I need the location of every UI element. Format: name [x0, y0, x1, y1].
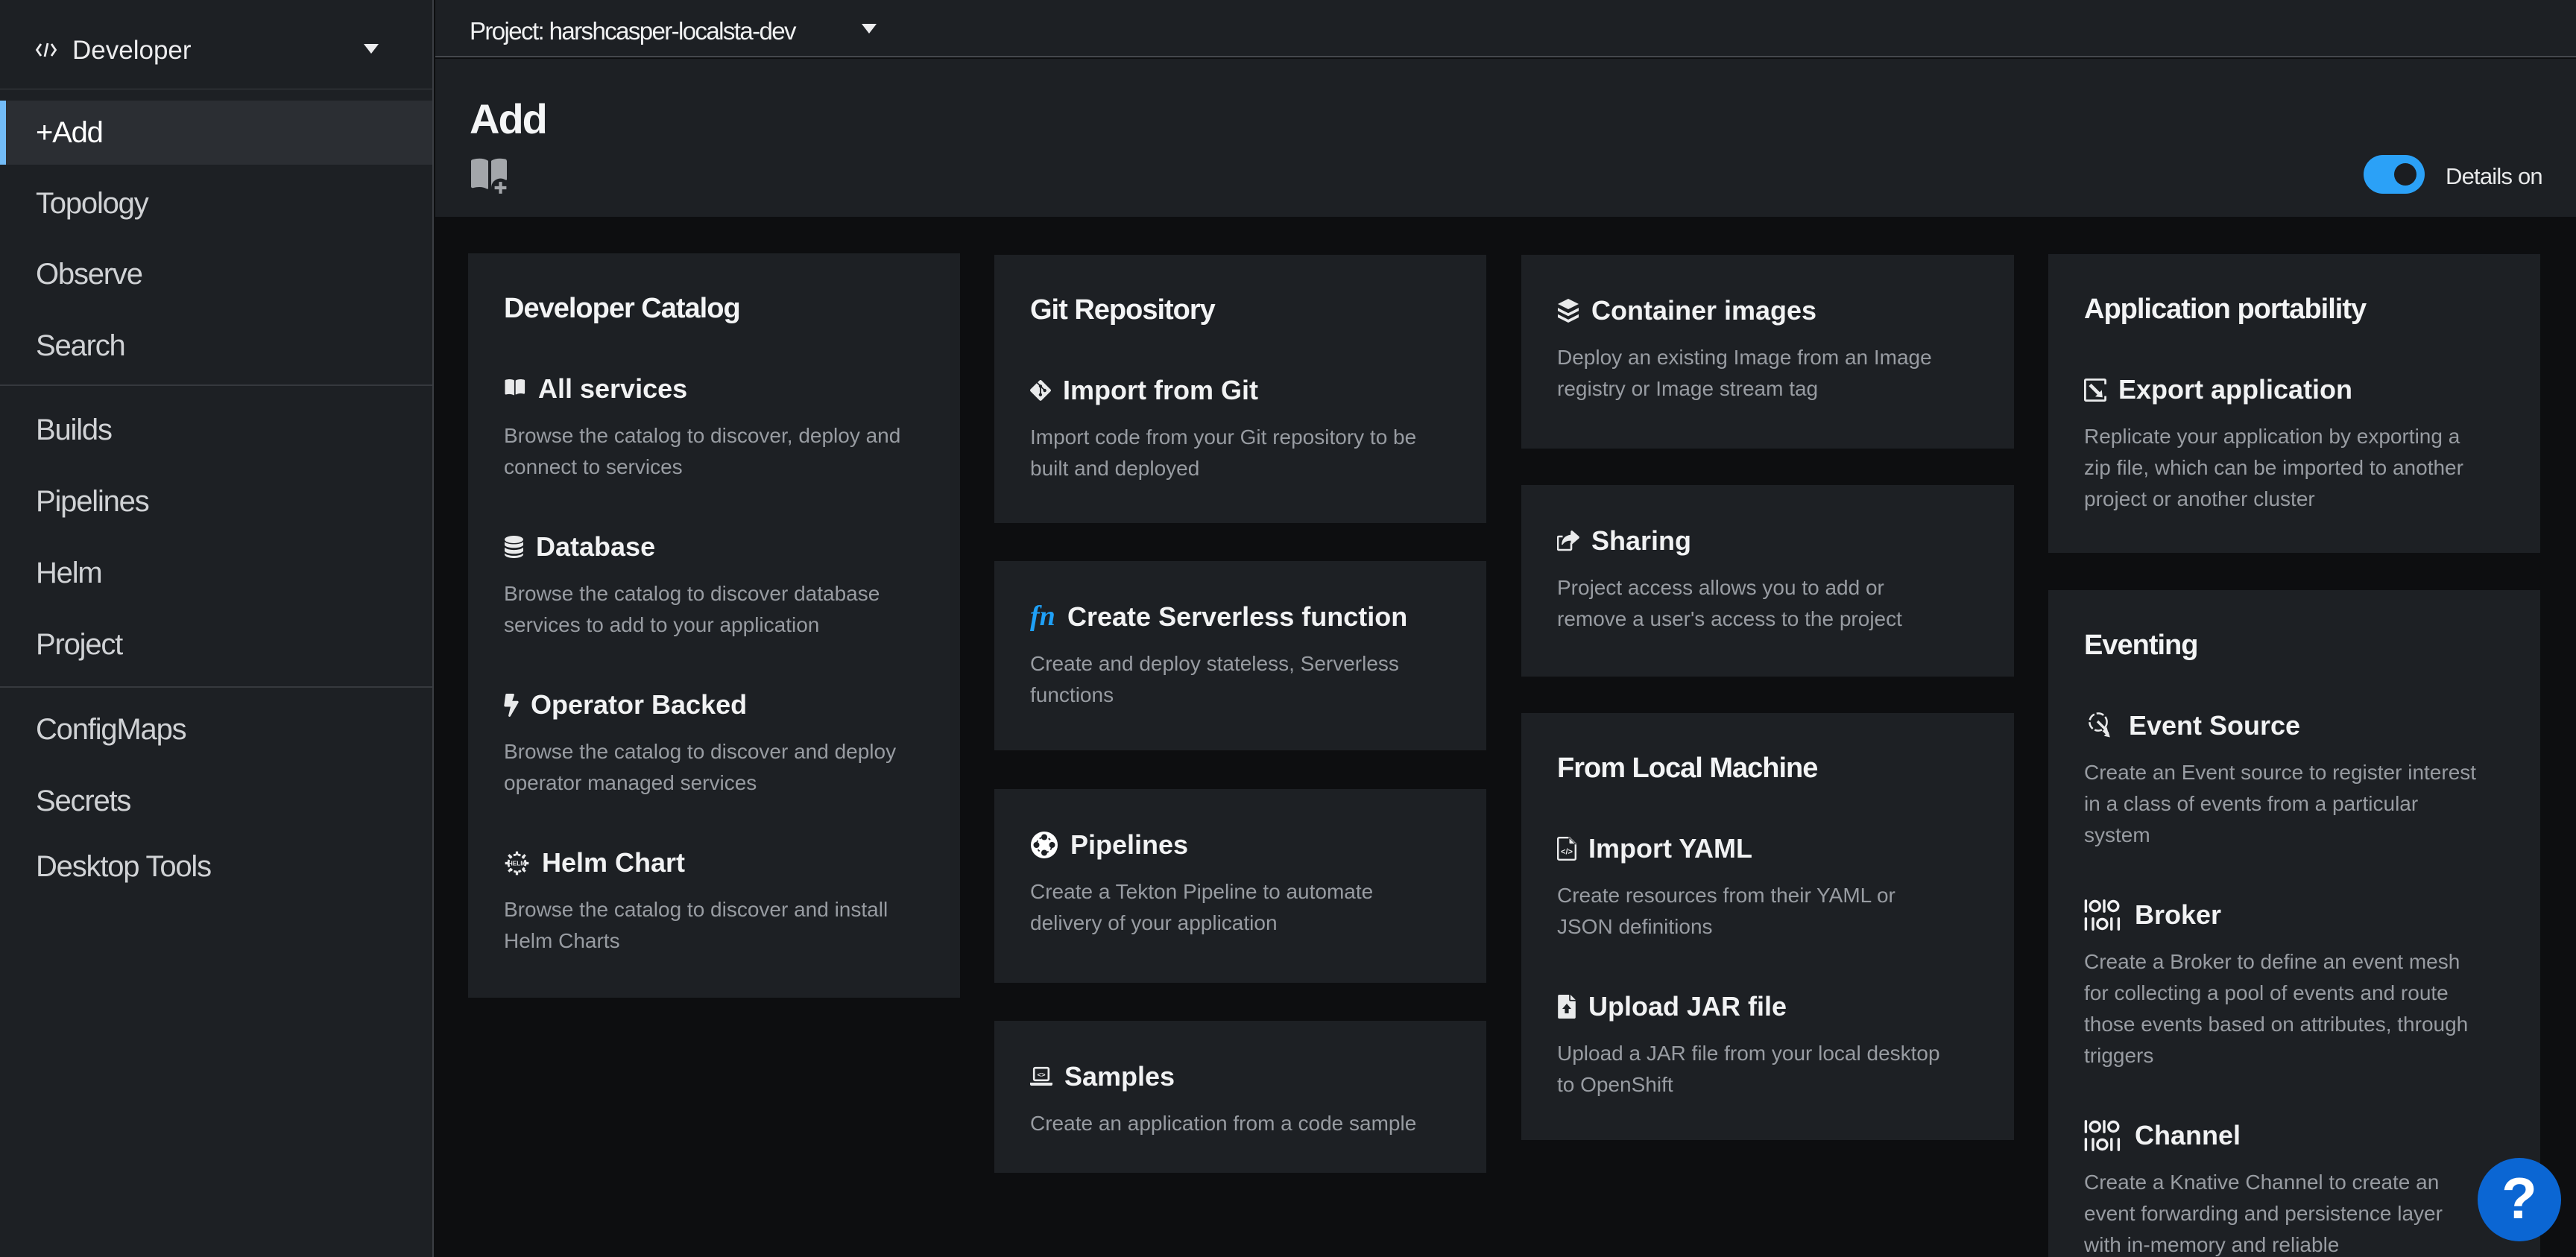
svg-text:</>: </>	[1561, 848, 1573, 857]
svg-text:<>: <>	[1037, 1071, 1046, 1080]
svg-text:fn: fn	[1030, 602, 1055, 632]
svg-text:HELM: HELM	[508, 860, 525, 867]
